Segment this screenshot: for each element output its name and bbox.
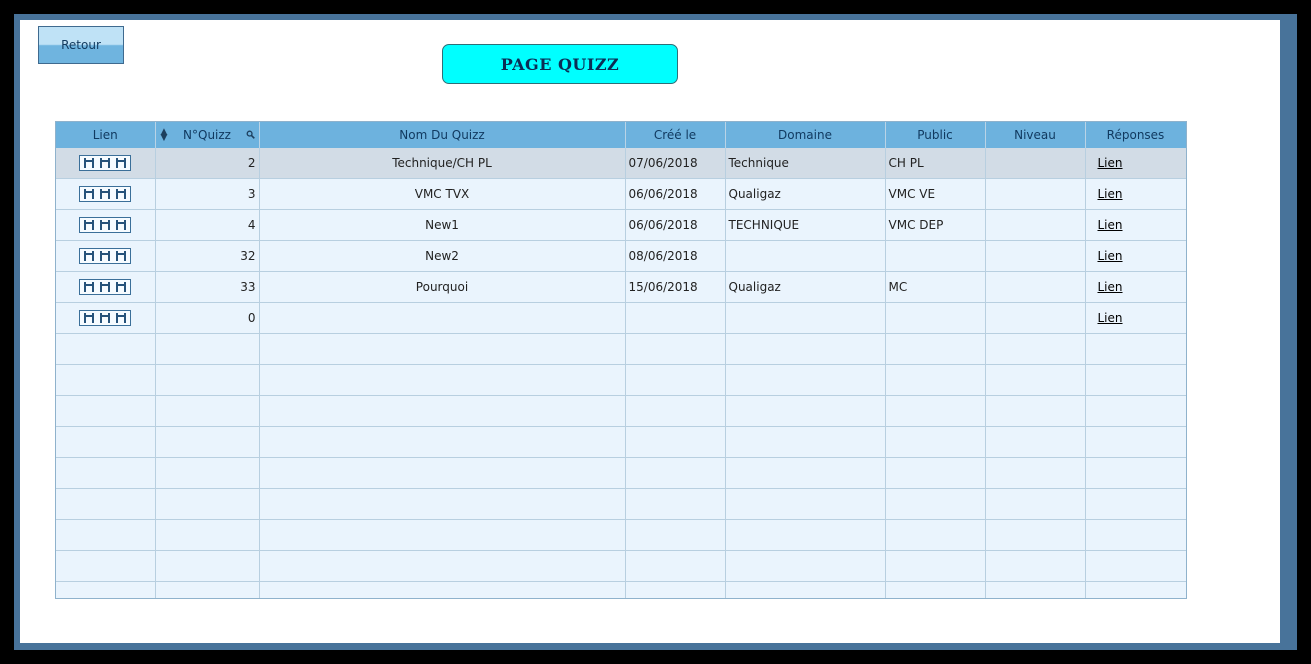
public-cell: VMC DEP: [885, 209, 986, 241]
reponses-link[interactable]: Lien: [1098, 156, 1123, 170]
col-header-reponses[interactable]: Réponses: [1085, 122, 1186, 148]
public-cell: MC: [885, 271, 986, 303]
edit-link-icon[interactable]: [79, 310, 132, 326]
col-header-niveau[interactable]: Niveau: [985, 122, 1086, 148]
reponses-link[interactable]: Lien: [1098, 218, 1123, 232]
reponses-cell: Lien: [1085, 148, 1186, 179]
niveau-cell: [985, 148, 1086, 179]
edit-link-icon[interactable]: [79, 279, 132, 295]
table-row[interactable]: 4 New1 06/06/2018 TECHNIQUE VMC DEP Lien: [56, 209, 1186, 241]
domaine-cell: Qualigaz: [725, 178, 886, 210]
public-cell: [885, 240, 986, 272]
lien-cell[interactable]: [56, 178, 156, 210]
col-header-public[interactable]: Public: [885, 122, 986, 148]
lien-cell[interactable]: [56, 148, 156, 179]
niveau-cell: [985, 302, 1086, 334]
table-row[interactable]: 0 Lien: [56, 302, 1186, 334]
empty-row: [56, 364, 1186, 396]
nom-cell: New2: [259, 240, 626, 272]
cree-cell: 08/06/2018: [625, 240, 726, 272]
col-header-niveau-label: Niveau: [1014, 128, 1056, 142]
table-header-row: Lien ▲ ▼ N°Quizz Nom Du Quizz Créé le Dom…: [56, 122, 1186, 148]
public-cell: VMC VE: [885, 178, 986, 210]
reponses-link[interactable]: Lien: [1098, 187, 1123, 201]
numero-cell: 33: [155, 271, 260, 303]
lien-cell[interactable]: [56, 209, 156, 241]
col-header-lien-label: Lien: [92, 128, 118, 142]
numero-cell: 0: [155, 302, 260, 334]
empty-row: [56, 395, 1186, 427]
niveau-cell: [985, 209, 1086, 241]
edit-link-icon[interactable]: [79, 186, 132, 202]
reponses-link[interactable]: Lien: [1098, 249, 1123, 263]
nom-cell: Technique/CH PL: [259, 148, 626, 179]
domaine-cell: Qualigaz: [725, 271, 886, 303]
reponses-cell: Lien: [1085, 271, 1186, 303]
domaine-cell: [725, 240, 886, 272]
col-header-reponses-label: Réponses: [1106, 128, 1165, 142]
reponses-cell: Lien: [1085, 302, 1186, 334]
public-cell: CH PL: [885, 148, 986, 179]
edit-link-icon[interactable]: [79, 217, 132, 233]
lien-cell[interactable]: [56, 240, 156, 272]
col-header-domaine[interactable]: Domaine: [725, 122, 886, 148]
cree-cell: 07/06/2018: [625, 148, 726, 179]
empty-row: [56, 581, 1186, 598]
empty-row: [56, 333, 1186, 365]
col-header-cree-label: Créé le: [653, 128, 697, 142]
cree-cell: 06/06/2018: [625, 209, 726, 241]
empty-row: [56, 488, 1186, 520]
cree-cell: 06/06/2018: [625, 178, 726, 210]
page-title: PAGE QUIZZ: [442, 44, 678, 84]
nom-cell: [259, 302, 626, 334]
reponses-cell: Lien: [1085, 178, 1186, 210]
sort-icon[interactable]: ▲ ▼: [161, 128, 168, 143]
numero-cell: 32: [155, 240, 260, 272]
col-header-nom-label: Nom Du Quizz: [399, 128, 485, 142]
empty-row: [56, 550, 1186, 582]
lien-cell[interactable]: [56, 271, 156, 303]
table-row[interactable]: 2 Technique/CH PL 07/06/2018 Technique C…: [56, 148, 1186, 179]
reponses-cell: Lien: [1085, 240, 1186, 272]
edit-link-icon[interactable]: [79, 155, 132, 171]
nom-cell: Pourquoi: [259, 271, 626, 303]
col-header-nom[interactable]: Nom Du Quizz: [259, 122, 626, 148]
niveau-cell: [985, 240, 1086, 272]
domaine-cell: Technique: [725, 148, 886, 179]
table-row[interactable]: 32 New2 08/06/2018 Lien: [56, 240, 1186, 272]
empty-row: [56, 457, 1186, 489]
col-header-lien[interactable]: Lien: [56, 122, 156, 148]
cree-cell: 15/06/2018: [625, 271, 726, 303]
empty-row: [56, 519, 1186, 551]
empty-row: [56, 426, 1186, 458]
numero-cell: 4: [155, 209, 260, 241]
col-header-domaine-label: Domaine: [778, 128, 832, 142]
nom-cell: VMC TVX: [259, 178, 626, 210]
lien-cell[interactable]: [56, 302, 156, 334]
quizz-table: Lien ▲ ▼ N°Quizz Nom Du Quizz Créé le Dom…: [55, 121, 1187, 599]
niveau-cell: [985, 271, 1086, 303]
domaine-cell: TECHNIQUE: [725, 209, 886, 241]
nom-cell: New1: [259, 209, 626, 241]
reponses-link[interactable]: Lien: [1098, 280, 1123, 294]
col-header-numero-label: N°Quizz: [183, 128, 231, 142]
col-header-numero[interactable]: ▲ ▼ N°Quizz: [155, 122, 260, 148]
reponses-link[interactable]: Lien: [1098, 311, 1123, 325]
numero-cell: 2: [155, 148, 260, 179]
niveau-cell: [985, 178, 1086, 210]
public-cell: [885, 302, 986, 334]
search-icon[interactable]: [246, 128, 255, 142]
col-header-cree[interactable]: Créé le: [625, 122, 726, 148]
col-header-public-label: Public: [917, 128, 953, 142]
table-row[interactable]: 3 VMC TVX 06/06/2018 Qualigaz VMC VE Lie…: [56, 178, 1186, 210]
cree-cell: [625, 302, 726, 334]
domaine-cell: [725, 302, 886, 334]
numero-cell: 3: [155, 178, 260, 210]
back-button[interactable]: Retour: [38, 26, 124, 64]
reponses-cell: Lien: [1085, 209, 1186, 241]
edit-link-icon[interactable]: [79, 248, 132, 264]
table-row[interactable]: 33 Pourquoi 15/06/2018 Qualigaz MC Lien: [56, 271, 1186, 303]
